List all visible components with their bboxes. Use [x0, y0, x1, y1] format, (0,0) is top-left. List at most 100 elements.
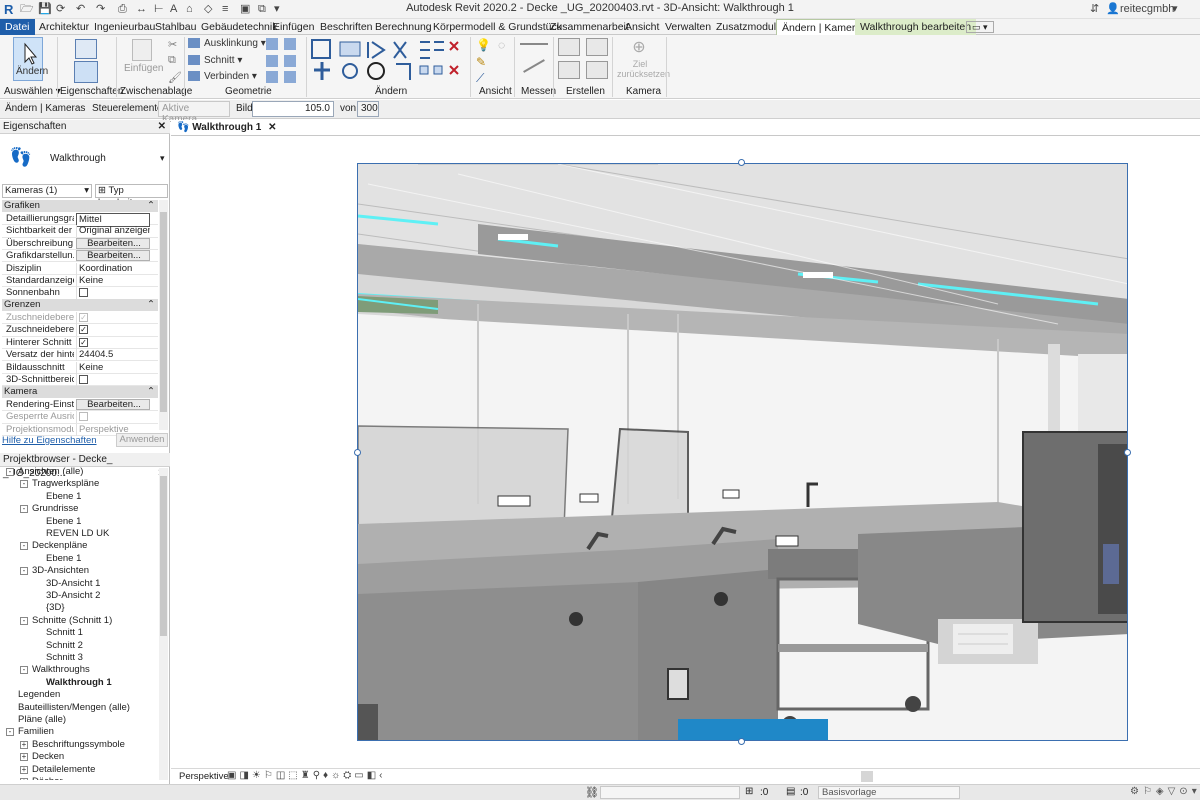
extents-row[interactable]: 3D-Schnittbereich	[2, 374, 158, 387]
geometry-tool-b-icon[interactable]	[284, 38, 296, 50]
tree-toggle-icon[interactable]: -	[20, 480, 28, 489]
browser-node[interactable]: Legenden	[18, 689, 60, 701]
join-button[interactable]: Verbinden ▾	[204, 71, 257, 82]
browser-node[interactable]: {3D}	[46, 602, 65, 614]
property-value[interactable]: Keine	[76, 275, 150, 287]
property-checkbox[interactable]: ✓	[76, 312, 150, 324]
property-checkbox[interactable]: ✓	[76, 336, 150, 349]
editing-requests-icon[interactable]: ⊞	[745, 786, 753, 797]
properties-scrollbar[interactable]	[159, 200, 168, 430]
checkbox[interactable]: ✓	[79, 312, 88, 322]
instance-selector[interactable]: Kameras (1) ▾	[2, 184, 92, 198]
browser-node[interactable]: Familien	[18, 726, 54, 738]
signin-icon[interactable]: ⇵	[1090, 2, 1099, 17]
browser-node[interactable]: Deckenpläne	[32, 540, 87, 552]
cut-geometry-button[interactable]: Schnitt ▾	[204, 55, 242, 66]
design-option-select[interactable]: Basisvorlage	[818, 786, 960, 799]
selection-filter-icons[interactable]: ⚙⚐◈▽⊙▾	[1130, 786, 1200, 797]
design-options-icon[interactable]: ▤	[786, 786, 795, 797]
view-tool-icon[interactable]: ◌	[498, 38, 505, 52]
property-edit-button[interactable]: Bearbeiten...	[76, 250, 150, 262]
property-checkbox[interactable]	[76, 287, 150, 300]
paste-button[interactable]: Einfügen	[124, 63, 163, 74]
projection-mode[interactable]: Perspektive	[179, 771, 229, 782]
browser-node[interactable]: Walkthroughs	[32, 664, 90, 676]
apply-button[interactable]: Anwenden	[116, 433, 168, 447]
tree-toggle-icon[interactable]: +	[20, 753, 28, 762]
browser-node[interactable]: Schnitt 3	[46, 652, 83, 664]
view-tab-walkthrough[interactable]: 👣 Walkthrough 1 ✕	[173, 121, 281, 135]
extents-row[interactable]: Versatz der hinte...24404.5	[2, 349, 158, 362]
worksets-icon[interactable]: ⛓	[585, 786, 599, 799]
group-extents[interactable]: Grenzen ⌃	[2, 299, 158, 311]
linework-icon[interactable]: ⟋	[476, 71, 484, 86]
browser-node[interactable]: Ebene 1	[46, 516, 81, 528]
copy-icon[interactable]: ⧉	[168, 54, 176, 67]
property-value[interactable]: Original anzeigen	[76, 225, 150, 238]
tree-toggle-icon[interactable]: +	[20, 765, 28, 774]
browser-node[interactable]: Detailelemente	[32, 764, 95, 776]
create-assembly-icon[interactable]	[586, 38, 608, 56]
cope-button[interactable]: Ausklinkung ▾	[204, 38, 266, 49]
cut-geometry-icon[interactable]	[188, 55, 200, 65]
browser-node[interactable]: Ansichten (alle)	[18, 466, 83, 478]
create-parts-icon[interactable]	[558, 61, 580, 79]
override-graphics-icon[interactable]: ✎	[476, 55, 486, 69]
active-workset-select[interactable]	[600, 786, 740, 799]
tree-toggle-icon[interactable]: -	[6, 468, 14, 476]
join-icon[interactable]	[188, 71, 200, 81]
checkbox[interactable]: ✓	[79, 337, 88, 347]
camera-row[interactable]: Rendering-Einst...Bearbeiten...	[2, 399, 158, 412]
checkbox[interactable]	[79, 412, 88, 422]
browser-node[interactable]: Grundrisse	[32, 503, 78, 515]
browser-node[interactable]: Ebene 1	[46, 553, 81, 565]
group-graphics[interactable]: Grafiken ⌃	[2, 200, 158, 212]
browser-node[interactable]: Walkthrough 1	[46, 677, 112, 689]
browser-node[interactable]: Pläne (alle)	[18, 714, 66, 726]
group-camera[interactable]: Kamera ⌃	[2, 386, 158, 398]
view-control-icons[interactable]: ▣◨☀⚐◫⬚♜⚲♦☼⛭▭◧‹	[227, 770, 386, 781]
aligned-dimension-icon[interactable]	[523, 59, 545, 73]
tab-steel[interactable]: Stahlbau	[150, 19, 201, 35]
tab-file[interactable]: Datei	[0, 19, 35, 35]
geometry-tool-a-icon[interactable]	[266, 38, 278, 50]
tab-architecture[interactable]: Architektur	[34, 19, 94, 35]
property-checkbox[interactable]: ✓	[76, 324, 150, 337]
modify-tools-icons[interactable]	[310, 38, 460, 84]
graphics-row[interactable]: Disziplin Koordination	[2, 262, 158, 275]
demolish-icon[interactable]	[284, 71, 296, 83]
paste-icon[interactable]	[132, 39, 152, 61]
frame-input[interactable]: 105.0	[252, 101, 334, 117]
tree-toggle-icon[interactable]: -	[20, 567, 28, 576]
tree-toggle-icon[interactable]: -	[20, 666, 28, 675]
type-properties-icon[interactable]	[75, 39, 97, 59]
browser-node[interactable]: 3D-Ansicht 1	[46, 578, 100, 590]
tab-manage[interactable]: Verwalten	[660, 19, 716, 35]
cut-icon[interactable]: ✂	[168, 38, 177, 51]
paint-icon[interactable]	[266, 71, 278, 83]
user-icon[interactable]: 👤	[1106, 2, 1120, 17]
graphics-row[interactable]: Grafikdarstellun... Bearbeiten...	[2, 250, 158, 263]
tree-toggle-icon[interactable]: -	[6, 728, 14, 737]
geometry-tool-d-icon[interactable]	[284, 55, 296, 67]
create-group-icon[interactable]	[558, 38, 580, 56]
reset-target-button[interactable]: Ziel zurücksetzen	[617, 59, 670, 79]
controls-select[interactable]: Aktive Kamera	[158, 101, 230, 125]
user-menu-chevron-icon[interactable]: ▾	[1172, 2, 1178, 17]
property-edit-button[interactable]: Bearbeiten...	[76, 399, 150, 410]
close-view-tab-icon[interactable]: ✕	[268, 122, 276, 133]
cope-icon[interactable]	[188, 38, 200, 48]
user-name[interactable]: reitecgmbh	[1120, 2, 1174, 17]
property-edit-button[interactable]: Bearbeiten...	[76, 237, 150, 249]
create-similar-icon[interactable]	[586, 61, 608, 79]
graphics-row[interactable]: DetaillierungsgradMittel	[2, 213, 158, 227]
browser-node[interactable]: Schnitt 1	[46, 627, 83, 639]
tree-toggle-icon[interactable]: -	[20, 542, 28, 551]
graphics-row[interactable]: Sichtbarkeit der ...Original anzeigen	[2, 225, 158, 238]
property-value[interactable]: Keine	[76, 361, 150, 374]
reset-target-icon[interactable]: ⊕	[628, 37, 650, 57]
tree-toggle-icon[interactable]: +	[20, 778, 28, 780]
extents-row[interactable]: Bildausschnitt Keine	[2, 361, 158, 374]
browser-node[interactable]: REVEN LD UK	[46, 528, 109, 540]
horizontal-scroll-thumb[interactable]	[861, 771, 873, 782]
